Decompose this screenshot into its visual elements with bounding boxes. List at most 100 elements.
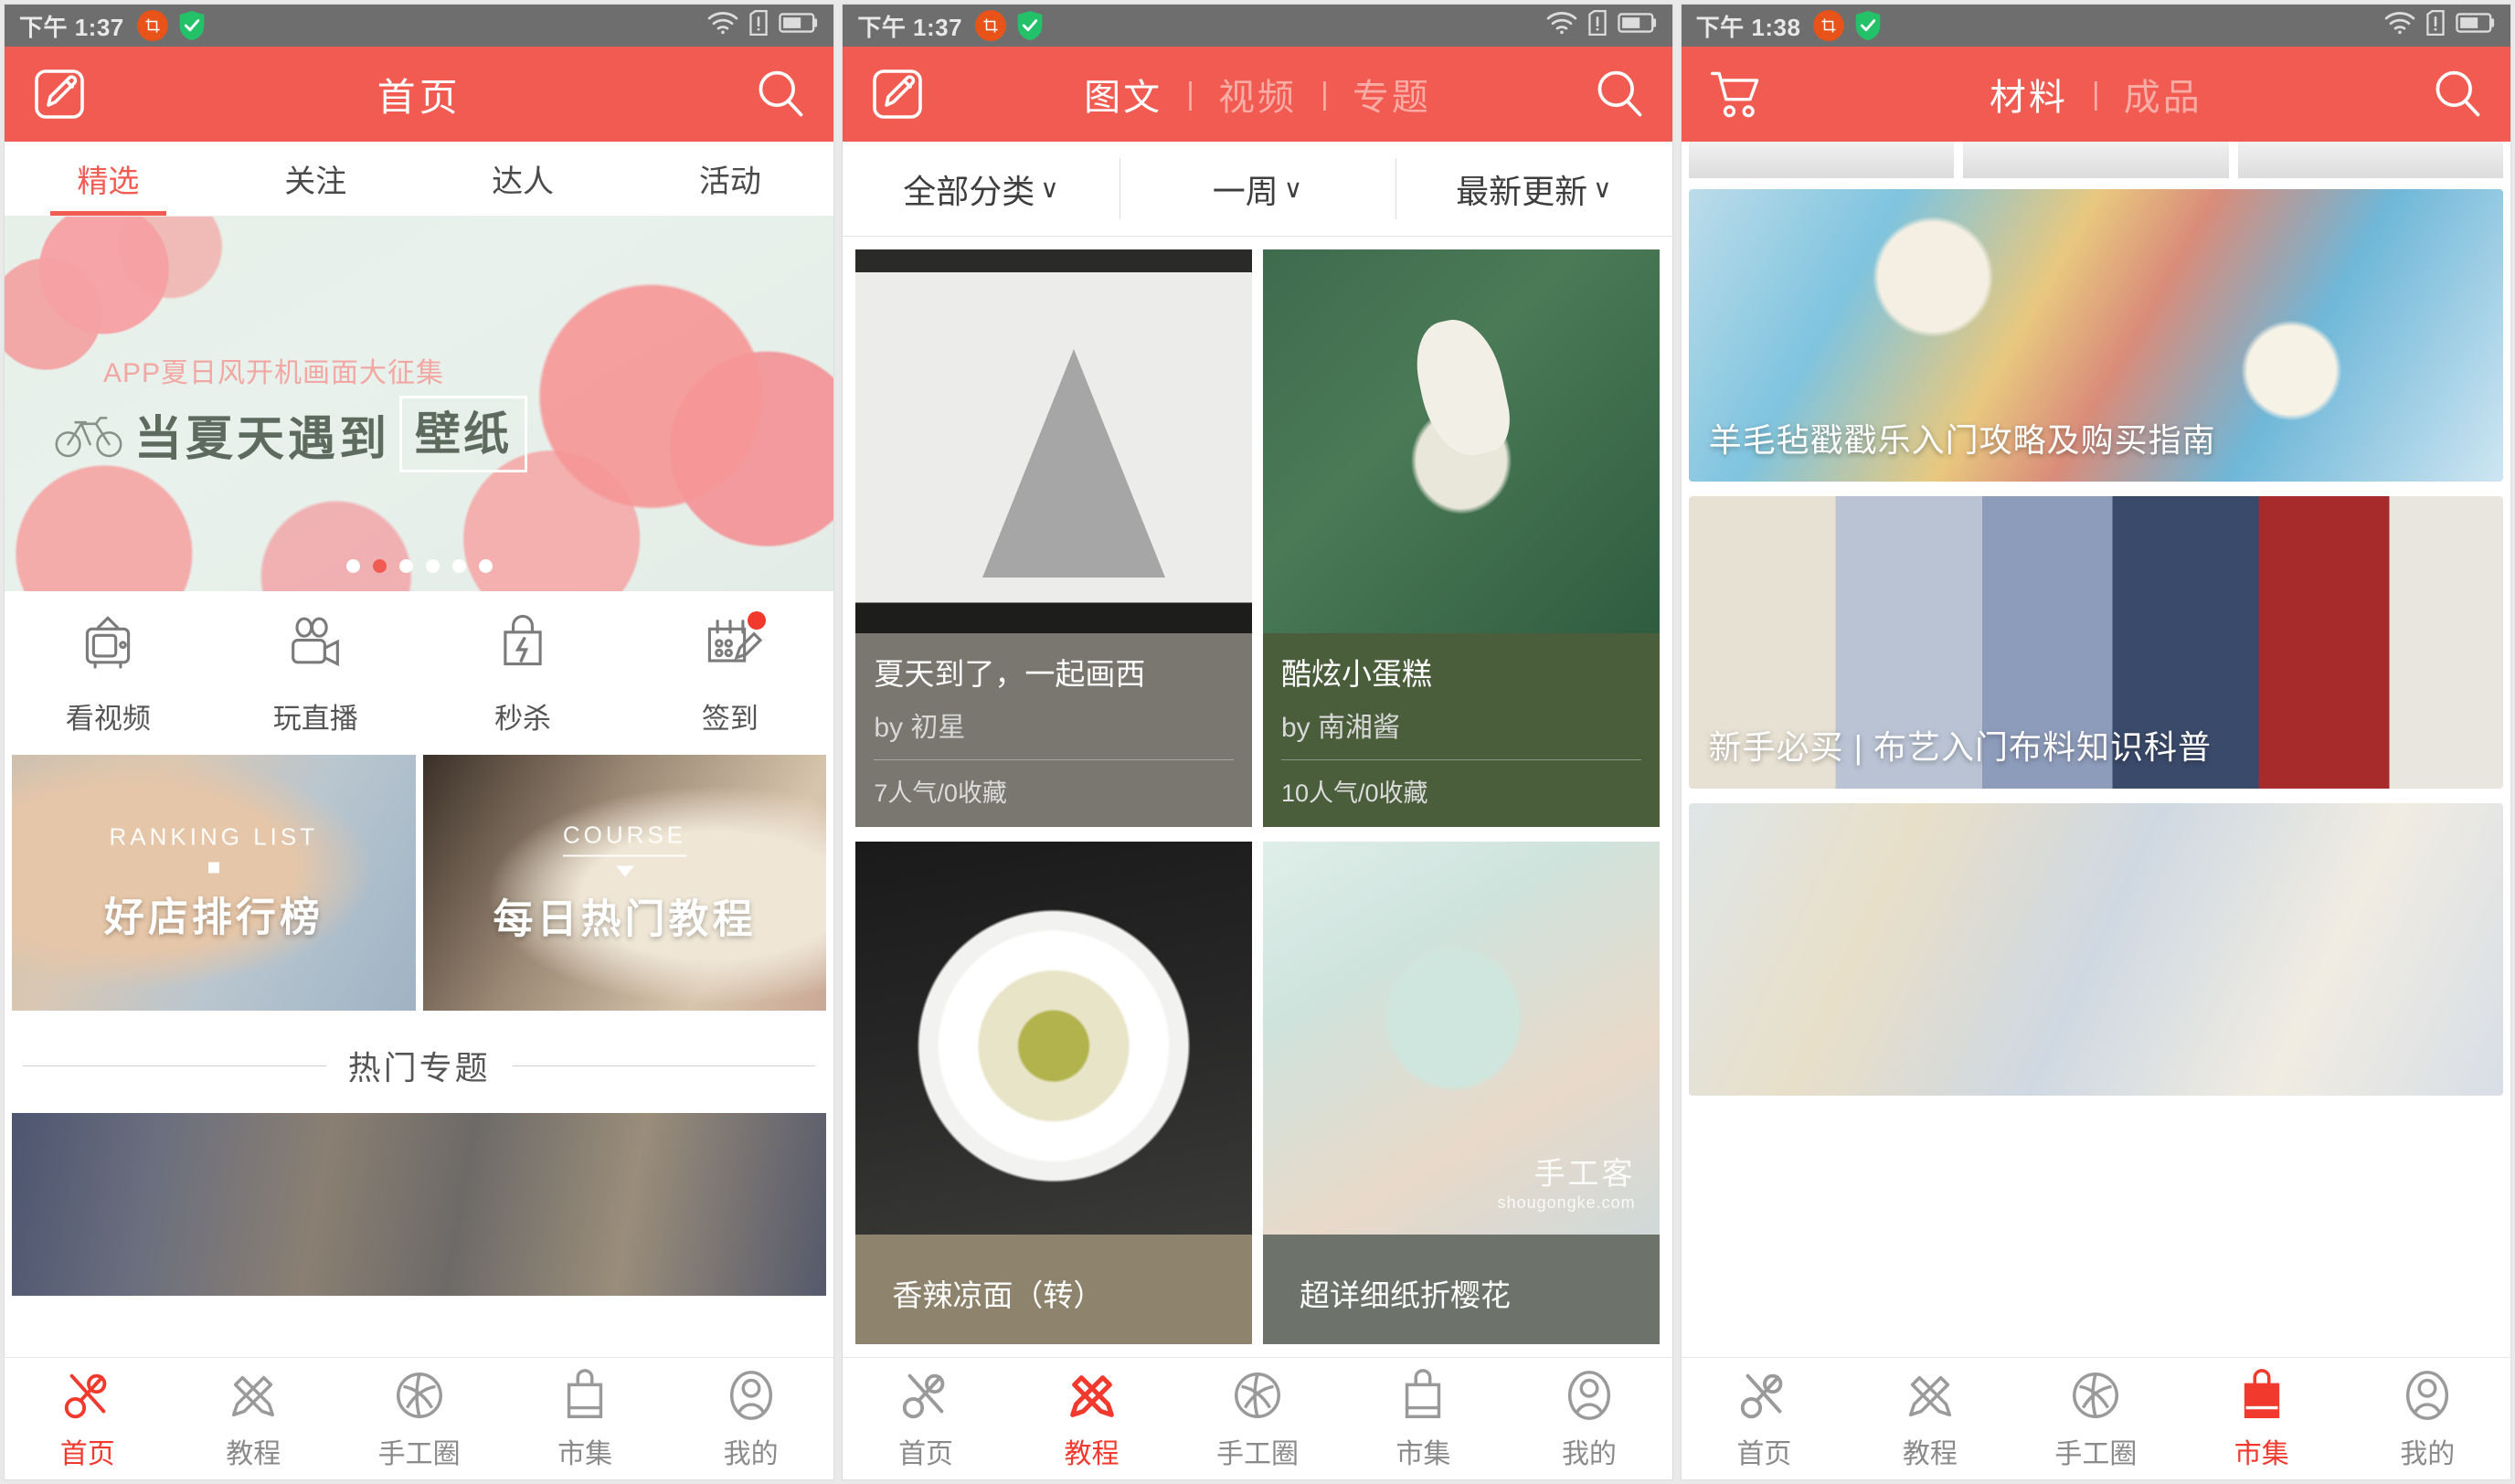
- search-icon[interactable]: [753, 67, 808, 122]
- filter-sort[interactable]: 最新更新 ∨: [1395, 142, 1671, 236]
- header-segment-shipin[interactable]: 视频: [1218, 68, 1297, 121]
- nav-label: 首页: [898, 1438, 954, 1469]
- bottom-navigation: 首页 教程 手工圈 市集 我的: [843, 1357, 1672, 1479]
- card-caption: 夏天到了，一起画西 by 初星 7人气/0收藏: [855, 633, 1252, 827]
- tab-jingxuan[interactable]: 精选: [5, 142, 212, 216]
- nav-item-profile[interactable]: 我的: [2345, 1367, 2510, 1471]
- carousel-dots[interactable]: [5, 559, 833, 573]
- material-card[interactable]: [1688, 803, 2503, 1096]
- phone-panel-tutorial: 下午 1:37 图文 | 视频 | 专题 全部分类 ∨ 一周 ∨ 最新更新 ∨ …: [842, 4, 1673, 1480]
- quick-action-live[interactable]: 玩直播: [212, 613, 419, 737]
- filter-timerange[interactable]: 一周 ∨: [1119, 142, 1395, 236]
- quick-action-flash-sale[interactable]: 秒杀: [419, 613, 627, 737]
- hero-banner-carousel[interactable]: APP夏日风开机画面大征集 当夏天遇到 壁纸: [5, 217, 834, 591]
- quick-action-watch-video[interactable]: 看视频: [5, 613, 212, 737]
- nav-label: 手工圈: [2054, 1438, 2138, 1469]
- battery-icon: [779, 11, 819, 41]
- crop-icon: [1813, 10, 1845, 41]
- promo-eng-label: RANKING LIST: [109, 822, 319, 851]
- edit-square-icon[interactable]: [868, 65, 927, 123]
- divider-line: [512, 1065, 816, 1066]
- card-thumbnail: [855, 842, 1252, 1235]
- quick-action-label: 秒杀: [494, 703, 552, 735]
- home-scroll-body[interactable]: APP夏日风开机画面大征集 当夏天遇到 壁纸 看视频 玩直播 秒杀 签到 RAN…: [5, 217, 834, 1357]
- carousel-dot[interactable]: [478, 559, 493, 573]
- search-icon[interactable]: [2430, 67, 2485, 122]
- nav-item-profile[interactable]: 我的: [1506, 1367, 1671, 1471]
- nav-item-profile[interactable]: 我的: [668, 1367, 833, 1471]
- promo-zh-label: 好店排行榜: [103, 895, 324, 940]
- section-header-hot-topics: 热门专题: [5, 1011, 833, 1113]
- carousel-dot[interactable]: [451, 559, 466, 573]
- tutorial-card[interactable]: 香辣凉面（转）: [855, 842, 1252, 1344]
- partial-thumb[interactable]: [1688, 142, 1955, 178]
- edit-square-icon[interactable]: [30, 65, 89, 123]
- tab-daren[interactable]: 达人: [419, 142, 627, 216]
- filter-category[interactable]: 全部分类 ∨: [843, 142, 1119, 236]
- search-icon[interactable]: [1592, 67, 1647, 122]
- promo-card-course[interactable]: COURSE 每日热门教程: [422, 755, 827, 1011]
- tutorial-card[interactable]: 夏天到了，一起画西 by 初星 7人气/0收藏: [855, 249, 1252, 827]
- material-card[interactable]: 羊毛毡戳戳乐入门攻略及购买指南: [1688, 189, 2503, 482]
- header-divider: |: [1320, 76, 1329, 111]
- shopping-cart-icon[interactable]: [1707, 65, 1766, 123]
- quick-action-checkin[interactable]: 签到: [626, 611, 833, 737]
- tab-huodong[interactable]: 活动: [626, 142, 833, 216]
- nav-item-tutorial[interactable]: 教程: [170, 1367, 335, 1471]
- carousel-dot[interactable]: [345, 559, 360, 573]
- header-segment-zhuanti[interactable]: 专题: [1353, 68, 1431, 121]
- promo-inner: COURSE 每日热门教程: [423, 822, 827, 945]
- nav-item-craft-circle[interactable]: 手工圈: [1174, 1367, 1340, 1471]
- divider-line: [1281, 759, 1641, 760]
- market-scroll-body[interactable]: 羊毛毡戳戳乐入门攻略及购买指南 新手必买 | 布艺入门布料知识科普: [1681, 142, 2510, 1357]
- nav-item-craft-circle[interactable]: 手工圈: [2013, 1367, 2179, 1471]
- carousel-dot[interactable]: [425, 559, 440, 573]
- header-segment-tuwen[interactable]: 图文: [1084, 68, 1162, 121]
- battery-icon: [1617, 11, 1658, 41]
- square-marker-icon: [207, 862, 219, 874]
- promo-card-ranking[interactable]: RANKING LIST 好店排行榜: [12, 755, 416, 1011]
- nav-item-home[interactable]: 首页: [5, 1367, 170, 1471]
- nav-item-home[interactable]: 首页: [1682, 1367, 1847, 1471]
- tutorial-scroll-body[interactable]: 夏天到了，一起画西 by 初星 7人气/0收藏 香辣凉面（转） 酷炫小蛋糕 by…: [843, 237, 1672, 1357]
- tab-guanzhu[interactable]: 关注: [212, 142, 419, 216]
- header-segment-chengpin[interactable]: 成品: [2124, 68, 2202, 121]
- partial-thumb[interactable]: [1963, 142, 2229, 178]
- header-center: 材料 | 成品: [1682, 47, 2510, 142]
- header-segment-cailiao[interactable]: 材料: [1990, 68, 2068, 121]
- quick-action-label: 签到: [701, 703, 759, 735]
- tutorial-card[interactable]: 手工客 shougongke.com 超详细纸折樱花: [1263, 842, 1660, 1344]
- tv-icon: [76, 613, 140, 681]
- phone-panel-market: 下午 1:38 材料 | 成品 羊毛毡戳戳乐入门攻略及购买指南 新手必买 | 布…: [1680, 4, 2511, 1480]
- crop-icon: [975, 10, 1007, 41]
- partial-thumb[interactable]: [2237, 142, 2503, 178]
- tutorial-card[interactable]: 酷炫小蛋糕 by 南湘酱 10人气/0收藏: [1263, 249, 1660, 827]
- carousel-dot-active[interactable]: [372, 559, 387, 573]
- nav-item-market[interactable]: 市集: [502, 1367, 667, 1471]
- status-time: 下午 1:37: [857, 13, 963, 41]
- nav-label: 我的: [1561, 1438, 1617, 1469]
- sim-alert-icon: [2426, 9, 2445, 43]
- material-card[interactable]: 新手必买 | 布艺入门布料知识科普: [1688, 496, 2503, 789]
- nav-label: 市集: [2234, 1438, 2289, 1469]
- triangle-marker-icon: [615, 865, 634, 877]
- nav-label: 首页: [59, 1438, 115, 1469]
- nav-label: 市集: [557, 1438, 613, 1469]
- nav-item-tutorial[interactable]: 教程: [1009, 1367, 1174, 1471]
- carousel-dot[interactable]: [398, 559, 413, 573]
- nav-item-tutorial[interactable]: 教程: [1847, 1367, 2012, 1471]
- topic-banner-image[interactable]: [12, 1113, 827, 1296]
- status-bar: 下午 1:37: [843, 5, 1672, 47]
- nav-item-home[interactable]: 首页: [843, 1367, 1008, 1471]
- nav-item-craft-circle[interactable]: 手工圈: [336, 1367, 502, 1471]
- watermark-en: shougongke.com: [1497, 1193, 1636, 1212]
- nav-item-market[interactable]: 市集: [2179, 1367, 2344, 1471]
- tutorial-grid: 夏天到了，一起画西 by 初星 7人气/0收藏 香辣凉面（转） 酷炫小蛋糕 by…: [843, 237, 1671, 1344]
- header-center: 图文 | 视频 | 专题: [843, 47, 1671, 142]
- nav-item-market[interactable]: 市集: [1341, 1367, 1506, 1471]
- quick-actions-row: 看视频 玩直播 秒杀 签到: [5, 591, 834, 755]
- quick-action-label: 看视频: [65, 703, 151, 735]
- status-right-icons: [2384, 9, 2496, 43]
- header-divider: |: [2091, 76, 2100, 111]
- bottom-navigation: 首页 教程 手工圈 市集 我的: [5, 1357, 834, 1479]
